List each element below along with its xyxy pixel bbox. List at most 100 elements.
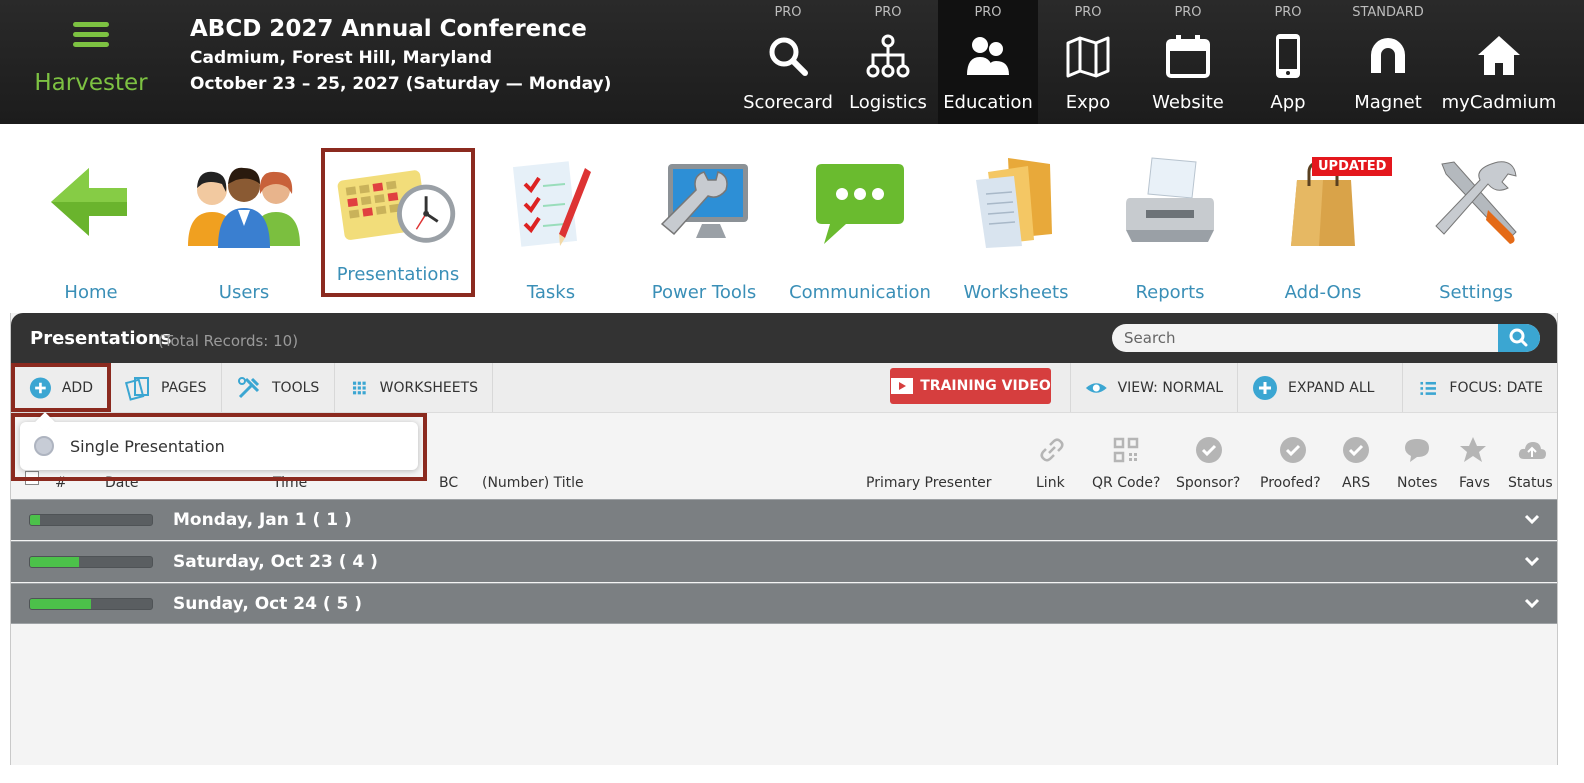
tools-button[interactable]: TOOLS <box>222 363 335 412</box>
module-website[interactable]: PRO Website <box>1138 0 1238 124</box>
group-row[interactable]: Saturday, Oct 23 ( 4 ) <box>11 541 1557 582</box>
org-chart-icon <box>866 34 910 78</box>
app-tasks[interactable]: Tasks <box>474 146 628 303</box>
focus-button[interactable]: FOCUS: DATE <box>1403 363 1557 412</box>
magnet-icon <box>1371 38 1405 73</box>
people-icon <box>967 37 1009 75</box>
col-title[interactable]: (Number) Title <box>482 475 584 491</box>
arrow-left-icon <box>51 168 127 236</box>
search-icon <box>1509 328 1528 347</box>
group-row[interactable]: Sunday, Oct 24 ( 5 ) <box>11 583 1557 624</box>
col-proofed[interactable]: Proofed? <box>1260 475 1321 491</box>
module-label: Magnet <box>1354 92 1422 113</box>
event-dates: October 23 – 25, 2027 (Saturday — Monday… <box>190 74 612 94</box>
expand-all-label: EXPAND ALL <box>1288 379 1375 396</box>
worksheets-button[interactable]: WORKSHEETS <box>335 363 493 412</box>
star-icon <box>1460 437 1486 462</box>
focus-label: FOCUS: DATE <box>1449 379 1543 396</box>
add-button[interactable]: ADD <box>11 363 111 412</box>
presentations-panel: Presentations (Total Records: 10) ADD PA… <box>10 313 1558 765</box>
folder-icon <box>976 158 1052 248</box>
search-button[interactable] <box>1498 324 1540 352</box>
plus-circle-icon <box>29 376 51 399</box>
expand-all-button[interactable]: EXPAND ALL <box>1238 363 1403 412</box>
grid-icon <box>352 381 366 394</box>
tools-icon <box>238 376 260 398</box>
check-circle-icon <box>1196 437 1222 463</box>
top-header: Harvester ABCD 2027 Annual Conference Ca… <box>0 0 1584 124</box>
module-magnet[interactable]: STANDARD Magnet <box>1338 0 1438 124</box>
training-video-button[interactable]: TRAINING VIDEO <box>890 368 1051 404</box>
calendar-clock-icon <box>337 170 456 243</box>
panel-title: Presentations <box>30 328 172 349</box>
toolbar: ADD PAGES TOOLS WORKSHEETS TRAINING VIDE… <box>11 363 1557 413</box>
col-status[interactable]: Status <box>1508 475 1553 491</box>
module-nav: PRO Scorecard PRO Logistics PRO Educatio… <box>738 0 1560 124</box>
list-icon <box>1420 381 1436 395</box>
app-label: Add-Ons <box>1284 282 1362 303</box>
tools-label: TOOLS <box>272 379 320 396</box>
col-primary-presenter[interactable]: Primary Presenter <box>866 475 991 491</box>
link-icon <box>1040 438 1064 462</box>
app-home[interactable]: Home <box>14 146 168 303</box>
qr-code-icon <box>1113 437 1139 463</box>
col-notes[interactable]: Notes <box>1397 475 1437 491</box>
dropdown-item-single-presentation[interactable]: Single Presentation <box>20 412 418 470</box>
module-education[interactable]: PRO Education <box>938 0 1038 124</box>
checklist-icon <box>512 161 591 247</box>
module-label: App <box>1270 92 1306 113</box>
app-communication[interactable]: Communication <box>783 146 937 303</box>
group-label: Monday, Jan 1 ( 1 ) <box>173 510 352 530</box>
module-logistics[interactable]: PRO Logistics <box>838 0 938 124</box>
module-label: Education <box>943 92 1033 113</box>
training-video-label: TRAINING VIDEO <box>920 378 1051 394</box>
progress-bar <box>29 556 153 568</box>
app-reports[interactable]: Reports <box>1093 146 1247 303</box>
search-box <box>1112 324 1540 352</box>
module-app[interactable]: PRO App <box>1238 0 1338 124</box>
app-label: Users <box>218 282 270 303</box>
module-tier: PRO <box>1074 5 1102 20</box>
module-mycadmium[interactable]: myCadmium <box>1438 0 1560 124</box>
cloud-upload-icon <box>1518 442 1546 459</box>
col-qr-code[interactable]: QR Code? <box>1092 475 1160 491</box>
hamburger-menu-icon[interactable] <box>73 22 109 48</box>
worksheets-label: WORKSHEETS <box>379 379 478 396</box>
check-circle-icon <box>1280 437 1306 463</box>
chevron-down-icon[interactable] <box>1523 594 1541 612</box>
view-button[interactable]: VIEW: NORMAL <box>1070 363 1238 412</box>
app-presentations[interactable]: Presentations <box>321 148 475 297</box>
module-tier: PRO <box>1174 5 1202 20</box>
app-power-tools[interactable]: Power Tools <box>627 146 781 303</box>
module-label: Expo <box>1065 92 1111 113</box>
brand-name: Harvester <box>34 70 148 96</box>
module-label: myCadmium <box>1441 92 1557 113</box>
module-scorecard[interactable]: PRO Scorecard <box>738 0 838 124</box>
chevron-down-icon[interactable] <box>1523 510 1541 528</box>
app-users[interactable]: Users <box>167 146 321 303</box>
app-worksheets[interactable]: Worksheets <box>939 146 1093 303</box>
col-favs[interactable]: Favs <box>1459 475 1490 491</box>
progress-bar <box>29 598 153 610</box>
updated-badge: UPDATED <box>1312 157 1393 176</box>
group-row[interactable]: Monday, Jan 1 ( 1 ) <box>11 499 1557 540</box>
progress-fill <box>30 557 79 567</box>
search-input[interactable] <box>1112 324 1492 352</box>
app-label: Reports <box>1135 282 1205 303</box>
app-bar: Home Users Presentations Tasks Power Too… <box>0 124 1584 304</box>
app-label: Tasks <box>526 282 576 303</box>
pages-button[interactable]: PAGES <box>111 363 222 412</box>
app-label: Presentations <box>336 264 460 285</box>
col-sponsor[interactable]: Sponsor? <box>1176 475 1240 491</box>
app-label: Power Tools <box>651 282 757 303</box>
col-link[interactable]: Link <box>1036 475 1065 491</box>
pages-label: PAGES <box>161 379 207 396</box>
users-icon <box>188 167 300 248</box>
panel-header: Presentations (Total Records: 10) <box>11 313 1557 363</box>
app-settings[interactable]: Settings <box>1399 146 1553 303</box>
col-bc[interactable]: BC <box>439 475 458 491</box>
col-ars[interactable]: ARS <box>1342 475 1370 491</box>
chevron-down-icon[interactable] <box>1523 552 1541 570</box>
module-expo[interactable]: PRO Expo <box>1038 0 1138 124</box>
add-dropdown-menu: Single Presentation <box>11 412 427 481</box>
